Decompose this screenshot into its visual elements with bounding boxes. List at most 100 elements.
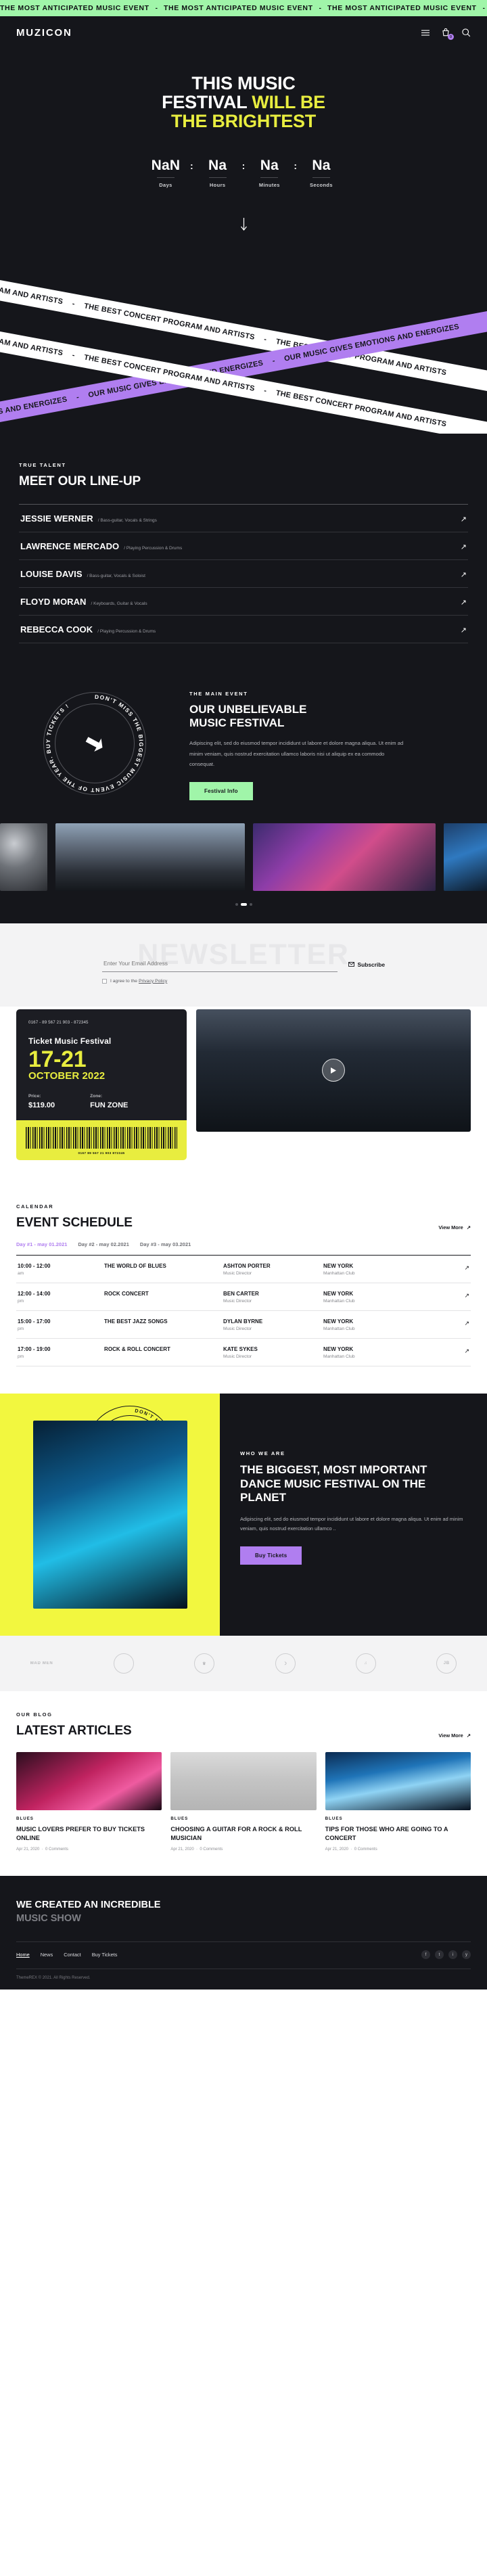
blog-post-title[interactable]: MUSIC LOVERS PREFER TO BUY TICKETS ONLIN… bbox=[16, 1825, 162, 1842]
lineup-row[interactable]: REBECCA COOK / Playing Percussion & Drum… bbox=[19, 616, 468, 643]
countdown-hours-value: Na bbox=[208, 158, 227, 174]
blog-view-more-link[interactable]: View More ↗ bbox=[438, 1732, 471, 1739]
partner-logo[interactable]: JB bbox=[436, 1653, 457, 1674]
blog-category: BLUES bbox=[170, 1816, 189, 1822]
partner-logo-label: MAD MEN bbox=[30, 1661, 53, 1666]
schedule-tab-day-1[interactable]: Day #1 - may 01.2021 bbox=[16, 1241, 67, 1247]
schedule-time-value: 12:00 - 14:00 bbox=[18, 1291, 51, 1297]
gallery-image[interactable] bbox=[444, 823, 487, 891]
subscribe-button[interactable]: Subscribe bbox=[348, 961, 386, 972]
countdown-divider bbox=[260, 177, 279, 179]
gallery-image[interactable] bbox=[55, 823, 245, 891]
subscribe-label: Subscribe bbox=[357, 961, 386, 968]
who-we-are-visual: DON'T MISS THE BIGGEST MUSIC EVENT OF TH… bbox=[0, 1394, 220, 1636]
arrow-northeast-icon[interactable]: ↗ bbox=[464, 1346, 469, 1355]
event-schedule-section: CALENDAR EVENT SCHEDULE View More ↗ Day … bbox=[0, 1183, 487, 1394]
arrow-northeast-icon[interactable]: ↗ bbox=[464, 1263, 469, 1272]
hero-line-3: THE BRIGHTEST bbox=[171, 110, 316, 131]
partner-logo[interactable]: ♫ bbox=[355, 1653, 376, 1674]
crown-logo-icon: ♛ bbox=[194, 1653, 215, 1674]
schedule-place-venue: Manhattan Club bbox=[323, 1354, 355, 1360]
privacy-label: I agree to the Privacy Policy bbox=[110, 979, 167, 984]
schedule-view-more-link[interactable]: View More ↗ bbox=[438, 1224, 471, 1230]
footer-link-contact[interactable]: Contact bbox=[64, 1952, 80, 1958]
main-event-title-line-2: MUSIC FESTIVAL bbox=[189, 716, 285, 729]
blog-post-title[interactable]: CHOOSING A GUITAR FOR A ROCK & ROLL MUSI… bbox=[170, 1825, 316, 1842]
countdown-seconds-label: Seconds bbox=[310, 182, 333, 189]
blog-meta: Apr 21, 2020 · 0 Comments bbox=[170, 1847, 223, 1852]
buy-tickets-button[interactable]: Buy Tickets bbox=[240, 1546, 302, 1565]
schedule-row[interactable]: 15:00 - 17:00 pm THE BEST JAZZ SONGS DYL… bbox=[16, 1311, 471, 1339]
privacy-policy-link[interactable]: Privacy Policy bbox=[139, 979, 167, 984]
schedule-row[interactable]: 10:00 - 12:00 am THE WORLD OF BLUES ASHT… bbox=[16, 1256, 471, 1284]
ticket-wrap: 0167 - 89 567 21 903 - 872345 Ticket Mus… bbox=[0, 1009, 487, 1161]
ticket-video-thumbnail[interactable] bbox=[196, 1009, 471, 1132]
email-input[interactable] bbox=[102, 959, 338, 972]
footer-link-home[interactable]: Home bbox=[16, 1952, 30, 1958]
carousel-dot[interactable] bbox=[249, 902, 252, 906]
who-we-are-title: THE BIGGEST, MOST IMPORTANT DANCE MUSIC … bbox=[240, 1463, 427, 1504]
schedule-place-city: NEW YORK bbox=[323, 1263, 354, 1270]
facebook-icon[interactable]: f bbox=[421, 1950, 430, 1960]
play-icon[interactable] bbox=[322, 1059, 345, 1082]
site-footer: WE CREATED AN INCREDIBLE MUSIC SHOW Home… bbox=[0, 1876, 487, 1990]
gallery-image[interactable] bbox=[0, 823, 47, 891]
partner-logo[interactable] bbox=[113, 1653, 134, 1674]
ticket-dates: 17-21 bbox=[28, 1046, 87, 1072]
badge-arrow-icon bbox=[43, 692, 146, 795]
schedule-event-name: THE WORLD OF BLUES bbox=[104, 1263, 166, 1270]
arrow-northeast-icon[interactable]: ↗ bbox=[461, 599, 467, 607]
blog-card[interactable]: BLUES MUSIC LOVERS PREFER TO BUY TICKETS… bbox=[16, 1752, 162, 1852]
countdown-minutes-label: Minutes bbox=[258, 182, 280, 189]
instagram-icon[interactable]: i bbox=[448, 1950, 457, 1960]
arrow-northeast-icon[interactable]: ↗ bbox=[461, 516, 467, 524]
site-logo[interactable]: MUZICON bbox=[16, 27, 72, 39]
schedule-place-city: NEW YORK bbox=[323, 1346, 354, 1353]
blog-card[interactable]: BLUES CHOOSING A GUITAR FOR A ROCK & ROL… bbox=[170, 1752, 317, 1852]
blog-date: Apr 21, 2020 bbox=[170, 1847, 194, 1852]
blog-heading-group: OUR BLOG LATEST ARTICLES bbox=[16, 1711, 132, 1739]
schedule-tab-day-3[interactable]: Day #3 - may 03.2021 bbox=[140, 1241, 191, 1247]
arrow-northeast-icon[interactable]: ↗ bbox=[464, 1291, 469, 1300]
privacy-checkbox[interactable] bbox=[102, 978, 107, 984]
youtube-icon[interactable]: y bbox=[462, 1950, 471, 1960]
carousel-dot[interactable] bbox=[235, 902, 238, 906]
schedule-tab-day-2[interactable]: Day #2 - may 02.2021 bbox=[78, 1241, 129, 1247]
announcement-ticker: THE MOST ANTICIPATED MUSIC EVENT - THE M… bbox=[0, 0, 487, 16]
blog-comments: 0 Comments bbox=[200, 1847, 223, 1852]
scroll-down-arrow-icon[interactable] bbox=[0, 218, 487, 235]
hamburger-icon[interactable] bbox=[421, 28, 430, 37]
gallery-image[interactable] bbox=[253, 823, 436, 891]
arrow-northeast-icon[interactable]: ↗ bbox=[461, 572, 467, 579]
schedule-person: KATE SYKES Music Director bbox=[223, 1346, 323, 1359]
cart-icon[interactable]: 0 bbox=[441, 28, 454, 40]
blog-card[interactable]: BLUES TIPS FOR THOSE WHO ARE GOING TO A … bbox=[325, 1752, 471, 1852]
lineup-row[interactable]: LOUISE DAVIS / Bass-guitar, Vocals & Sol… bbox=[19, 560, 468, 588]
search-icon[interactable] bbox=[461, 28, 471, 37]
schedule-row[interactable]: 12:00 - 14:00 pm ROCK CONCERT BEN CARTER… bbox=[16, 1283, 471, 1312]
footer-link-news[interactable]: News bbox=[41, 1952, 53, 1958]
partner-logo[interactable]: ♛ bbox=[194, 1653, 215, 1674]
schedule-time: 12:00 - 14:00 pm bbox=[18, 1291, 104, 1304]
schedule-event-name: THE BEST JAZZ SONGS bbox=[104, 1318, 168, 1325]
blog-post-title[interactable]: TIPS FOR THOSE WHO ARE GOING TO A CONCER… bbox=[325, 1825, 471, 1842]
footer-link-buy-tickets[interactable]: Buy Tickets bbox=[92, 1952, 118, 1958]
barcode-icon bbox=[26, 1127, 177, 1149]
privacy-consent-row[interactable]: I agree to the Privacy Policy bbox=[102, 978, 385, 984]
lineup-row[interactable]: LAWRENCE MERCADO / Playing Percussion & … bbox=[19, 532, 468, 560]
partner-logo[interactable]: MAD MEN bbox=[30, 1661, 53, 1665]
schedule-place-venue: Manhattan Club bbox=[323, 1327, 355, 1332]
arrow-northeast-icon[interactable]: ↗ bbox=[461, 627, 467, 635]
ticket-month: OCTOBER 2022 bbox=[28, 1070, 106, 1082]
buy-tickets-circular-badge[interactable]: DON'T MISS THE BIGGEST MUSIC EVENT OF TH… bbox=[43, 692, 146, 795]
carousel-dot-active[interactable] bbox=[240, 902, 247, 906]
schedule-row[interactable]: 17:00 - 19:00 pm ROCK & ROLL CONCERT KAT… bbox=[16, 1339, 471, 1367]
arrow-northeast-icon[interactable]: ↗ bbox=[464, 1318, 469, 1327]
partner-logo[interactable]: ☽ bbox=[275, 1653, 296, 1674]
lineup-row[interactable]: JESSIE WERNER / Bass-guitar, Vocals & St… bbox=[19, 505, 468, 532]
blog-title: LATEST ARTICLES bbox=[16, 1724, 132, 1739]
twitter-icon[interactable]: t bbox=[435, 1950, 444, 1960]
festival-info-button[interactable]: Festival Info bbox=[189, 781, 253, 800]
lineup-row[interactable]: FLOYD MORAN / Keyboards, Guitar & Vocals… bbox=[19, 588, 468, 616]
arrow-northeast-icon[interactable]: ↗ bbox=[461, 544, 467, 551]
